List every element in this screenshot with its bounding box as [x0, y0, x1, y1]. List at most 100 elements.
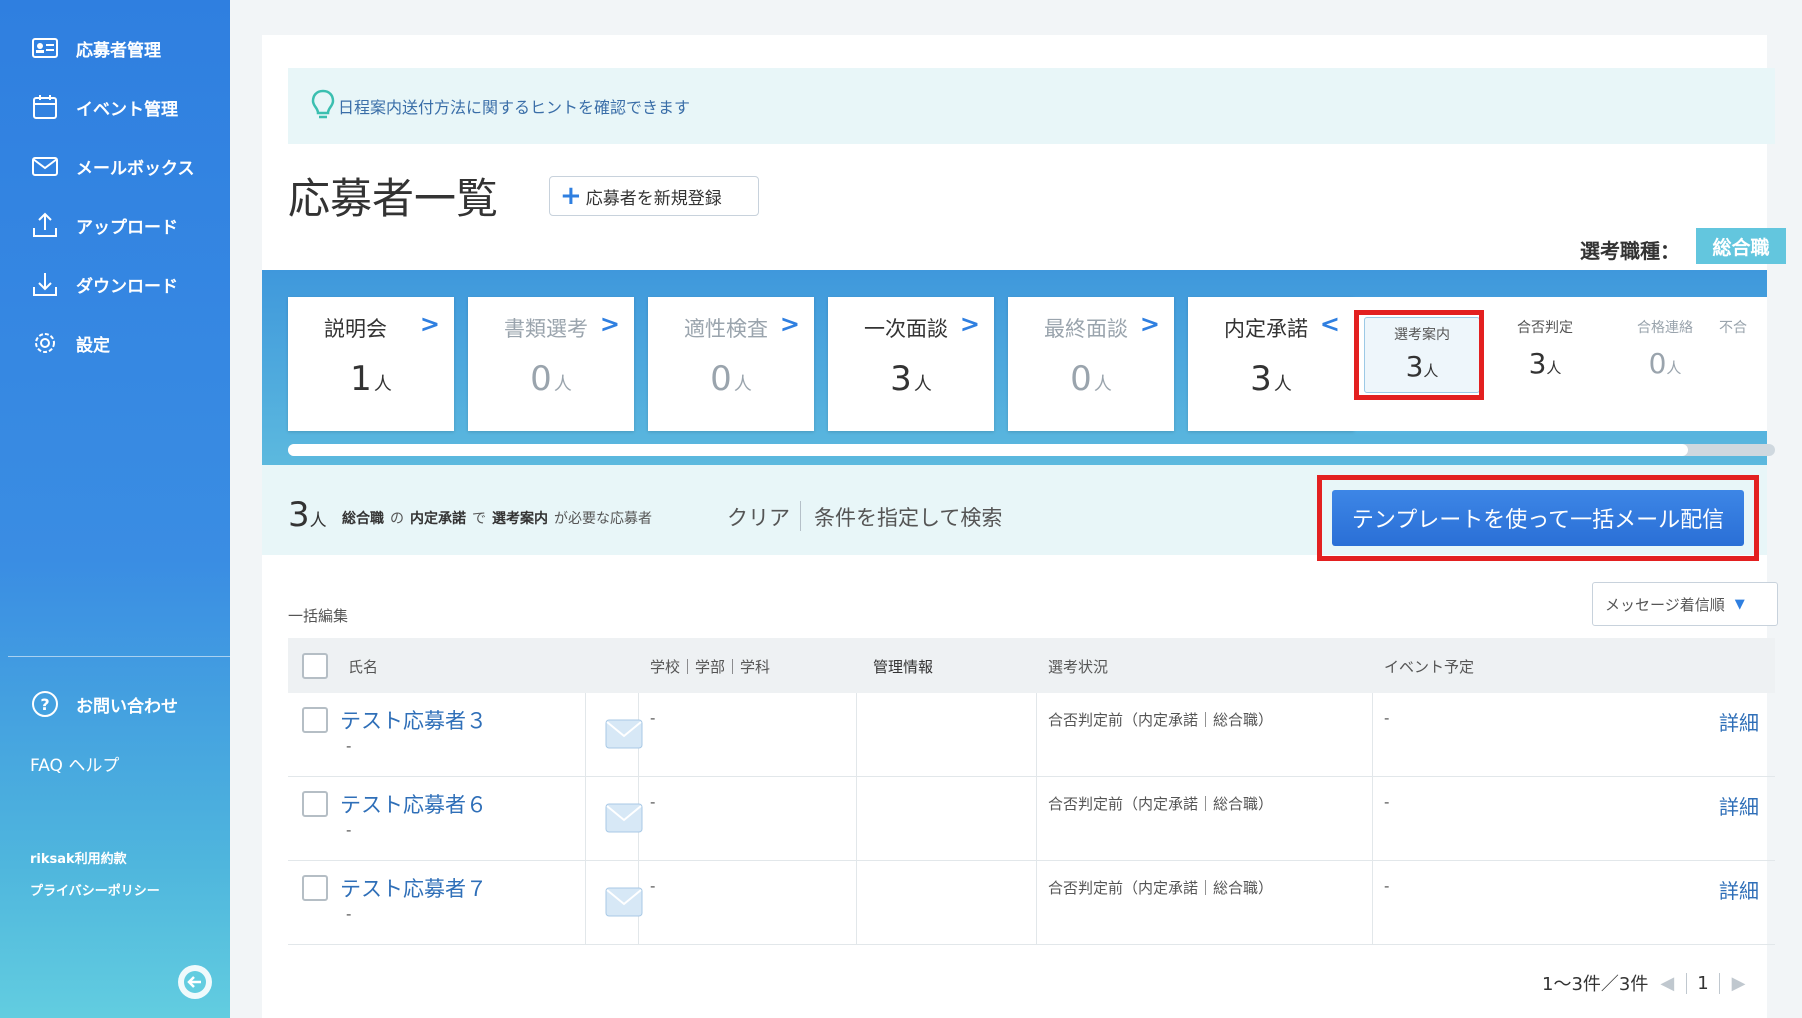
- detail-link[interactable]: 詳細: [1719, 875, 1759, 904]
- arrow-left-icon: [184, 971, 206, 993]
- help-circle-icon: ?: [32, 691, 58, 717]
- sidebar-item-events[interactable]: イベント管理: [30, 90, 178, 124]
- school-value: -: [650, 709, 656, 727]
- sort-select[interactable]: メッセージ着信順 ▼: [1592, 582, 1778, 626]
- chevron-right-icon: >: [1139, 310, 1160, 338]
- id-card-icon: [32, 38, 58, 58]
- row-checkbox[interactable]: [302, 875, 328, 901]
- table-row: テスト応募者３ - - 合否判定前（内定承諾｜総合職） - 詳細: [288, 693, 1775, 777]
- event-value: -: [1384, 709, 1390, 727]
- stage-name: 説明会: [324, 317, 387, 341]
- sidebar-item-download[interactable]: ダウンロード: [30, 267, 178, 301]
- school-value: -: [650, 877, 656, 895]
- chevron-right-icon: >: [959, 310, 980, 338]
- download-icon: [33, 273, 57, 296]
- collapse-sidebar-button[interactable]: [178, 965, 212, 999]
- substage-pass-fail[interactable]: 合否判定 3人: [1495, 317, 1595, 380]
- row-checkbox[interactable]: [302, 707, 328, 733]
- bulk-edit-label[interactable]: 一括編集: [288, 605, 348, 626]
- applicant-name-link[interactable]: テスト応募者６: [340, 789, 487, 819]
- caret-down-icon: ▼: [1734, 596, 1745, 612]
- stage-count: 0人: [1070, 359, 1112, 399]
- stage-card-briefing[interactable]: 説明会 > 1人: [288, 297, 454, 431]
- highlight-box-substage: [1354, 310, 1484, 400]
- status-value: 合否判定前（内定承諾｜総合職）: [1048, 879, 1274, 897]
- sidebar-item-settings[interactable]: 設定: [30, 326, 110, 360]
- filter-text: の: [390, 511, 404, 527]
- sidebar-item-upload[interactable]: アップロード: [30, 208, 178, 242]
- stage-card-first-interview[interactable]: 一次面談 > 3人: [828, 297, 994, 431]
- stage-count: 3人: [890, 359, 932, 399]
- row-checkbox[interactable]: [302, 791, 328, 817]
- sidebar-item-label: 応募者管理: [76, 40, 161, 61]
- substage-pass-notice[interactable]: 合格連絡 0人: [1615, 317, 1715, 380]
- status-value: 合否判定前（内定承諾｜総合職）: [1048, 795, 1274, 813]
- substage-rejection[interactable]: 不合: [1719, 317, 1767, 337]
- detail-link[interactable]: 詳細: [1719, 707, 1759, 736]
- stage-name: 適性検査: [684, 317, 768, 341]
- page-number[interactable]: 1: [1686, 972, 1720, 994]
- applicant-name-link[interactable]: テスト応募者３: [340, 705, 487, 735]
- stage-card-aptitude-test[interactable]: 適性検査 > 0人: [648, 297, 814, 431]
- sidebar-item-label: お問い合わせ: [76, 696, 178, 717]
- sidebar-item-contact[interactable]: ? お問い合わせ: [30, 687, 178, 721]
- stage-scrollbar-thumb[interactable]: [288, 444, 1688, 456]
- select-all-checkbox[interactable]: [302, 653, 328, 679]
- table-header: 氏名 学校｜学部｜学科 管理情報 選考状況 イベント予定: [288, 638, 1775, 693]
- advanced-search-link[interactable]: 条件を指定して検索: [814, 502, 1002, 532]
- pagination-range: 1〜3件／3件: [1542, 974, 1649, 995]
- event-value: -: [1384, 793, 1390, 811]
- hint-banner[interactable]: 日程案内送付方法に関するヒントを確認できます: [288, 68, 1775, 144]
- stage-card-offer-acceptance[interactable]: 内定承諾 < 3人: [1188, 297, 1354, 431]
- chevron-left-icon: <: [1319, 310, 1340, 338]
- stage-count: 0人: [710, 359, 752, 399]
- sort-select-value: メッセージ着信順: [1605, 595, 1725, 614]
- plus-icon: +: [560, 181, 582, 211]
- filter-job: 総合職: [342, 511, 384, 527]
- event-value: -: [1384, 877, 1390, 895]
- stage-scrollbar[interactable]: [288, 444, 1775, 456]
- applicant-sub: -: [346, 737, 352, 755]
- sidebar-item-label: ダウンロード: [76, 276, 178, 297]
- job-type-label: 選考職種：: [1580, 239, 1680, 263]
- envelope-icon[interactable]: [605, 887, 643, 917]
- lightbulb-icon: [311, 89, 335, 119]
- column-header-school: 学校｜学部｜学科: [650, 658, 771, 676]
- highlight-box-template-button: [1317, 475, 1759, 561]
- substage-name: 不合: [1719, 320, 1747, 336]
- detail-link[interactable]: 詳細: [1719, 791, 1759, 820]
- envelope-icon[interactable]: [605, 803, 643, 833]
- chevron-right-icon: >: [779, 310, 800, 338]
- applicant-name-link[interactable]: テスト応募者７: [340, 873, 487, 903]
- clear-filter-link[interactable]: クリア: [727, 502, 790, 532]
- substage-count: 0人: [1648, 347, 1682, 380]
- result-count: 3人: [288, 495, 327, 535]
- register-applicant-button[interactable]: + 応募者を新規登録: [549, 176, 759, 216]
- stage-pipeline: 説明会 > 1人 書類選考 > 0人 適性検査 > 0人 一次面談 > 3人 最…: [262, 270, 1775, 465]
- register-applicant-label: 応募者を新規登録: [585, 188, 722, 209]
- school-value: -: [650, 793, 656, 811]
- substage-name: 合否判定: [1517, 320, 1573, 336]
- upload-icon: [33, 212, 57, 237]
- terms-link[interactable]: riksak利用約款: [30, 848, 127, 867]
- stage-card-final-interview[interactable]: 最終面談 > 0人: [1008, 297, 1174, 431]
- sidebar-item-mailbox[interactable]: メールボックス: [30, 149, 195, 183]
- job-type-badge[interactable]: 総合職: [1696, 228, 1786, 264]
- next-page-icon[interactable]: ▶: [1732, 973, 1746, 994]
- column-header-management: 管理情報: [873, 658, 934, 676]
- substage-name: 合格連絡: [1637, 320, 1693, 336]
- stage-card-document-screening[interactable]: 書類選考 > 0人: [468, 297, 634, 431]
- sidebar-item-faq[interactable]: FAQ ヘルプ: [30, 746, 119, 780]
- prev-page-icon[interactable]: ◀: [1660, 973, 1674, 994]
- substage-count: 3人: [1528, 347, 1562, 380]
- privacy-link[interactable]: プライバシーポリシー: [30, 880, 160, 899]
- stage-count: 0人: [530, 359, 572, 399]
- filter-text: が必要な応募者: [554, 511, 652, 527]
- sidebar-item-applicants[interactable]: 応募者管理: [30, 31, 161, 65]
- chevron-right-icon: >: [419, 310, 440, 338]
- stage-name: 一次面談: [864, 317, 948, 341]
- sidebar-item-label: 設定: [76, 335, 110, 356]
- sidebar-item-label: アップロード: [76, 217, 178, 238]
- svg-text:?: ?: [40, 695, 49, 714]
- envelope-icon[interactable]: [605, 719, 643, 749]
